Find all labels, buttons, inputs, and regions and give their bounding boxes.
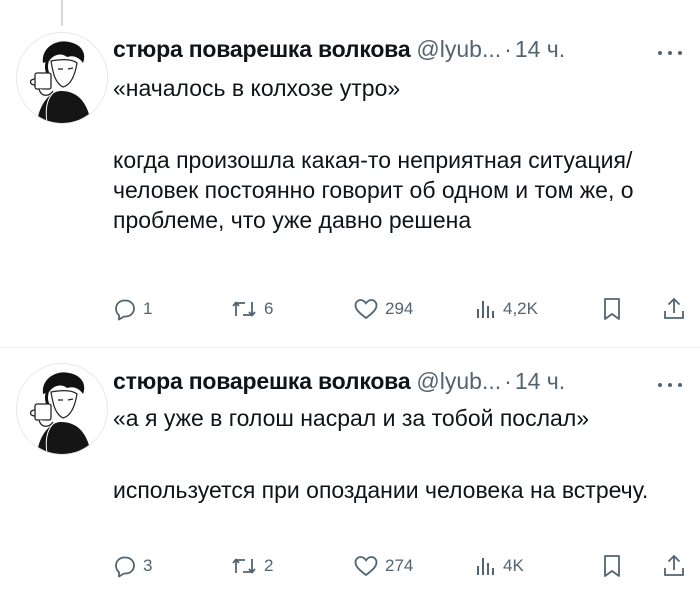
author-name[interactable]: стюра поварешка волкова [113, 368, 411, 395]
views-button[interactable]: 4,2K [475, 294, 538, 324]
bookmark-icon [604, 298, 620, 320]
tweet-header: стюра поварешка волкова @lyub... · 14 ч. [113, 36, 565, 66]
speech-bubble-icon [115, 299, 135, 321]
views-count: 4,2K [503, 299, 538, 318]
tweet-actions: 3 2 274 4K [113, 551, 690, 581]
retweet-count: 6 [264, 299, 274, 318]
reply-button[interactable]: 3 [113, 551, 152, 581]
tweet[interactable]: стюра поварешка волкова @lyub... · 14 ч.… [0, 348, 700, 605]
retweet-button[interactable]: 2 [230, 551, 273, 581]
retweet-count: 2 [264, 556, 274, 575]
heart-icon [354, 556, 378, 577]
tweet-body-text: используется при опоздании человека на в… [113, 477, 649, 503]
more-options-icon[interactable] [654, 374, 686, 396]
reply-count: 1 [143, 299, 153, 318]
bookmark-button[interactable] [601, 551, 623, 581]
author-handle[interactable]: @lyub... [416, 36, 501, 63]
like-button[interactable]: 274 [353, 551, 413, 581]
tweet-quote-text: «а я уже в голош насрал и за тобой посла… [113, 405, 590, 431]
like-count: 274 [385, 556, 414, 575]
header-separator: · [504, 36, 512, 62]
bookmark-icon [604, 555, 620, 577]
views-button[interactable]: 4K [475, 551, 524, 581]
tweet-header: стюра поварешка волкова @lyub... · 14 ч. [113, 368, 565, 398]
share-button[interactable] [662, 551, 686, 581]
share-upload-icon [664, 555, 684, 576]
like-count: 294 [385, 299, 414, 318]
tweet[interactable]: стюра поварешка волкова @lyub... · 14 ч.… [0, 30, 700, 348]
tweet-quote-text: «началось в колхозе утро» [113, 75, 401, 101]
reply-count: 3 [143, 556, 153, 575]
more-options-icon[interactable] [654, 42, 686, 64]
share-upload-icon [664, 298, 684, 319]
bar-chart-icon [477, 558, 494, 575]
tweet-actions: 1 6 294 4,2K [113, 294, 690, 324]
avatar[interactable] [16, 363, 108, 455]
thread-connector-line [61, 0, 63, 26]
like-button[interactable]: 294 [353, 294, 413, 324]
retweet-arrows-icon [232, 301, 256, 317]
tweet-body-text: когда произошла какая-то неприятная ситу… [113, 147, 634, 233]
header-separator: · [504, 368, 512, 394]
heart-icon [354, 299, 378, 320]
reply-button[interactable]: 1 [113, 294, 152, 324]
retweet-button[interactable]: 6 [230, 294, 273, 324]
timestamp[interactable]: 14 ч. [515, 36, 565, 63]
share-button[interactable] [662, 294, 686, 324]
bar-chart-icon [477, 301, 494, 318]
author-name[interactable]: стюра поварешка волкова [113, 36, 411, 63]
timestamp[interactable]: 14 ч. [515, 368, 565, 395]
avatar[interactable] [16, 32, 108, 124]
bookmark-button[interactable] [601, 294, 623, 324]
retweet-arrows-icon [232, 558, 256, 574]
views-count: 4K [503, 556, 524, 575]
author-handle[interactable]: @lyub... [416, 368, 501, 395]
speech-bubble-icon [115, 556, 135, 578]
